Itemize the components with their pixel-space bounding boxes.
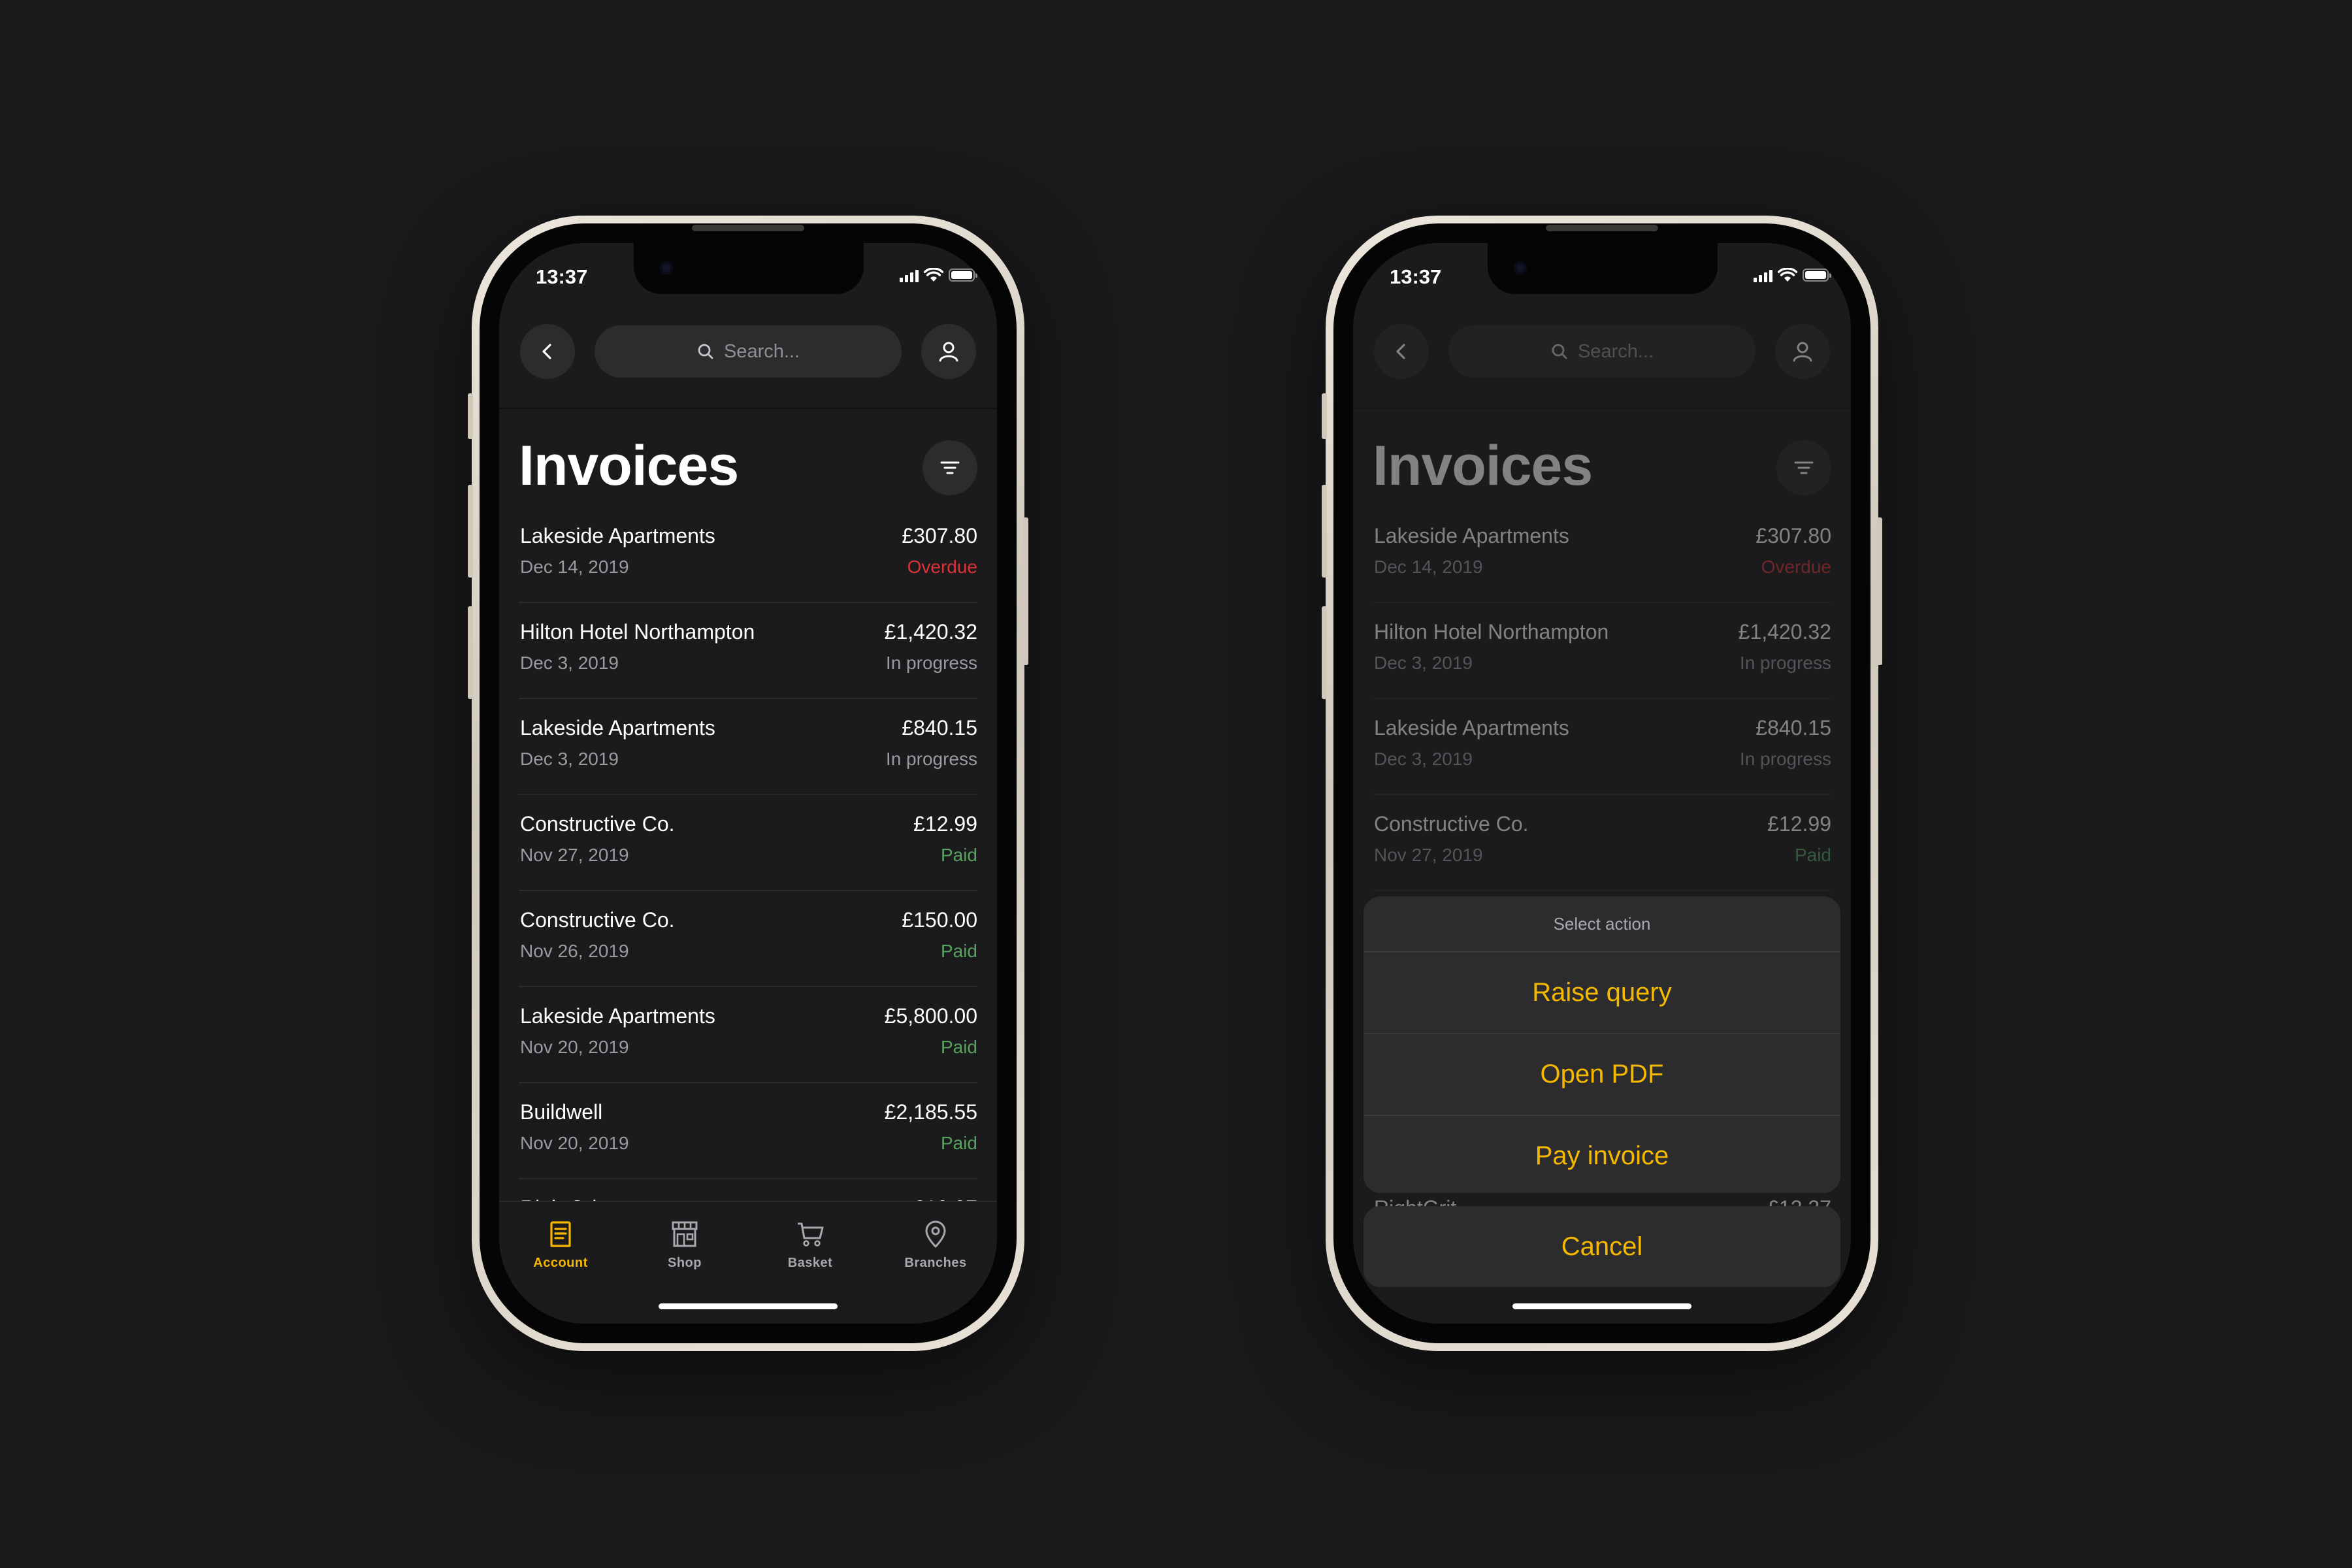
invoice-customer-name: Lakeside Apartments (520, 524, 715, 547)
invoice-amount: £307.80 (902, 524, 977, 547)
home-indicator[interactable] (1512, 1303, 1691, 1309)
invoice-amount: £150.00 (902, 908, 977, 932)
action-sheet: Select action Raise query Open PDF Pay i… (1364, 896, 1840, 1193)
wifi-icon (924, 268, 943, 282)
tab-account[interactable]: Account (508, 1218, 613, 1271)
invoice-status: Paid (940, 1133, 977, 1153)
cancel-button[interactable]: Cancel (1364, 1206, 1840, 1287)
wifi-icon (1778, 268, 1797, 282)
invoice-status: Paid (940, 845, 977, 865)
tab-label: Branches (904, 1256, 967, 1270)
invoice-row[interactable]: Lakeside Apartments Nov 20, 2019 £5,800.00… (519, 987, 977, 1083)
home-indicator[interactable] (659, 1303, 838, 1309)
tab-basket[interactable]: Basket (758, 1218, 862, 1271)
tab-branches[interactable]: Branches (883, 1218, 988, 1271)
filter-button[interactable] (923, 440, 977, 495)
invoice-row[interactable]: Constructive Co. Nov 27, 2019 £12.99 Paid (519, 795, 977, 891)
screen: 13:37 (1353, 243, 1851, 1324)
invoice-row[interactable]: Lakeside Apartments Dec 14, 2019 £307.80 Ov… (519, 507, 977, 603)
tab-label: Account (533, 1256, 588, 1270)
invoice-customer-name: Lakeside Apartments (520, 716, 715, 740)
open-pdf-button[interactable]: Open PDF (1364, 1034, 1840, 1116)
status-time: 13:37 (1390, 265, 1442, 288)
cart-icon (758, 1218, 862, 1250)
invoice-amount: £840.15 (902, 716, 977, 740)
invoice-row[interactable]: Constructive Co. Nov 26, 2019 £150.00 Paid (519, 891, 977, 987)
invoice-date: Dec 14, 2019 (520, 557, 629, 577)
screen: 13:37 (499, 243, 997, 1324)
invoice-date: Dec 3, 2019 (520, 749, 619, 769)
invoice-date: Nov 20, 2019 (520, 1133, 629, 1153)
invoice-date: Nov 27, 2019 (520, 845, 629, 865)
receipt-icon (508, 1218, 613, 1250)
raise-query-button[interactable]: Raise query (1364, 953, 1840, 1034)
profile-button[interactable] (921, 324, 976, 379)
page-title: Invoices (519, 434, 739, 497)
invoice-amount: £12.99 (913, 812, 977, 836)
search-placeholder: Search... (723, 340, 800, 362)
invoice-date: Nov 26, 2019 (520, 941, 629, 961)
tab-label: Shop (668, 1256, 702, 1270)
user-icon (939, 342, 958, 362)
invoice-customer-name: Lakeside Apartments (520, 1004, 715, 1028)
invoice-status: In progress (885, 653, 977, 673)
phone-frame-action-sheet: 13:37 Select action Raise query Open PDF… (1322, 216, 1882, 1351)
action-sheet-title: Select action (1364, 896, 1840, 953)
battery-icon (1803, 269, 1831, 282)
filter-icon (940, 461, 960, 474)
invoice-amount: £1,420.32 (884, 620, 977, 644)
invoice-customer-name: Constructive Co. (520, 908, 675, 932)
search-icon (698, 344, 713, 359)
invoice-customer-name: Hilton Hotel Northampton (520, 620, 755, 644)
cellular-signal-icon (900, 268, 919, 282)
pay-invoice-button[interactable]: Pay invoice (1364, 1116, 1840, 1193)
invoice-list: Lakeside Apartments Dec 14, 2019 £307.80 Ov… (499, 507, 997, 1275)
invoice-status: In progress (885, 749, 977, 769)
invoice-row[interactable]: Hilton Hotel Northampton Dec 3, 2019 £1,42… (519, 603, 977, 699)
back-button[interactable] (520, 324, 575, 379)
invoice-status: Paid (940, 1037, 977, 1057)
invoice-date: Dec 3, 2019 (520, 653, 619, 673)
tab-shop[interactable]: Shop (632, 1218, 737, 1271)
tab-label: Basket (787, 1256, 833, 1270)
invoice-status: Paid (940, 941, 977, 961)
battery-icon (949, 269, 977, 282)
search-input[interactable]: Search... (595, 325, 902, 378)
invoice-amount: £2,185.55 (884, 1100, 977, 1124)
invoice-row[interactable]: Lakeside Apartments Dec 3, 2019 £840.15 In … (519, 699, 977, 795)
invoice-customer-name: Buildwell (520, 1100, 603, 1124)
invoice-status: Overdue (907, 557, 977, 577)
invoice-row[interactable]: Buildwell Nov 20, 2019 £2,185.55 Paid (519, 1083, 977, 1179)
invoice-date: Nov 20, 2019 (520, 1037, 629, 1057)
cellular-signal-icon (1754, 268, 1772, 282)
map-pin-icon (883, 1218, 988, 1250)
phone-frame-invoice-list: 13:37 Search... Invoices Lakeside Apartm… (468, 216, 1028, 1351)
storefront-icon (632, 1218, 737, 1250)
status-time: 13:37 (536, 265, 588, 288)
invoice-customer-name: Constructive Co. (520, 812, 675, 836)
invoice-amount: £5,800.00 (884, 1004, 977, 1028)
chevron-left-icon (542, 344, 551, 359)
